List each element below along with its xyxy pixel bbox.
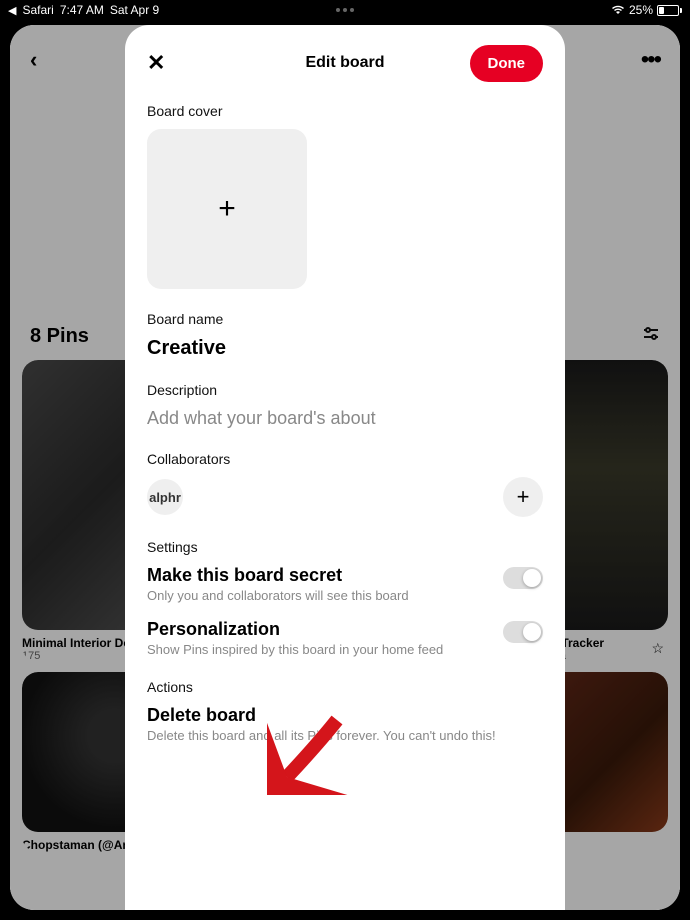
edit-board-modal: ✕ Edit board Done Board cover + Board na… [125,25,565,910]
description-label: Description [147,382,543,398]
board-name-label: Board name [147,311,543,327]
add-collaborator-button[interactable]: + [503,477,543,517]
board-cover-label: Board cover [147,103,543,119]
settings-label: Settings [147,539,543,555]
actions-section: Actions Delete board Delete this board a… [147,679,543,743]
plus-icon: + [218,192,236,226]
secret-board-desc: Only you and collaborators will see this… [147,588,503,603]
board-cover-section: Board cover + [147,103,543,289]
status-right: 25% [611,3,682,17]
secret-board-toggle[interactable] [503,567,543,589]
done-button[interactable]: Done [470,45,544,82]
description-input[interactable]: Add what your board's about [147,408,543,429]
personalization-title: Personalization [147,619,503,640]
close-icon[interactable]: ✕ [147,50,165,76]
settings-section: Settings Make this board secret Only you… [147,539,543,657]
delete-board-desc: Delete this board and all its Pins forev… [147,728,543,743]
collaborators-label: Collaborators [147,451,543,467]
status-date: Sat Apr 9 [110,3,159,17]
collaborator-avatar[interactable]: alphr [147,479,183,515]
app-area: ‹ ••• 8 Pins Minimal Interior Des 175 R … [10,25,680,910]
back-to-app-name[interactable]: Safari [22,3,53,17]
secret-board-title: Make this board secret [147,565,503,586]
status-bar: ◀ Safari 7:47 AM Sat Apr 9 25% [0,0,690,20]
battery-percent: 25% [629,3,653,17]
battery-icon [657,5,682,16]
collaborators-section: Collaborators alphr + [147,451,543,517]
status-left: ◀ Safari 7:47 AM Sat Apr 9 [8,3,159,17]
multitasking-dots[interactable] [336,8,354,12]
wifi-icon [611,5,625,15]
status-time: 7:47 AM [60,3,104,17]
personalization-desc: Show Pins inspired by this board in your… [147,642,503,657]
modal-header: ✕ Edit board Done [147,45,543,81]
modal-title: Edit board [305,54,384,72]
add-cover-button[interactable]: + [147,129,307,289]
delete-board-button[interactable]: Delete board [147,705,543,726]
plus-icon: + [517,484,530,510]
board-name-input[interactable]: Creative [147,337,543,360]
board-name-section: Board name Creative [147,311,543,360]
personalization-toggle[interactable] [503,621,543,643]
description-section: Description Add what your board's about [147,382,543,429]
back-to-app-caret[interactable]: ◀ [8,4,16,17]
actions-label: Actions [147,679,543,695]
